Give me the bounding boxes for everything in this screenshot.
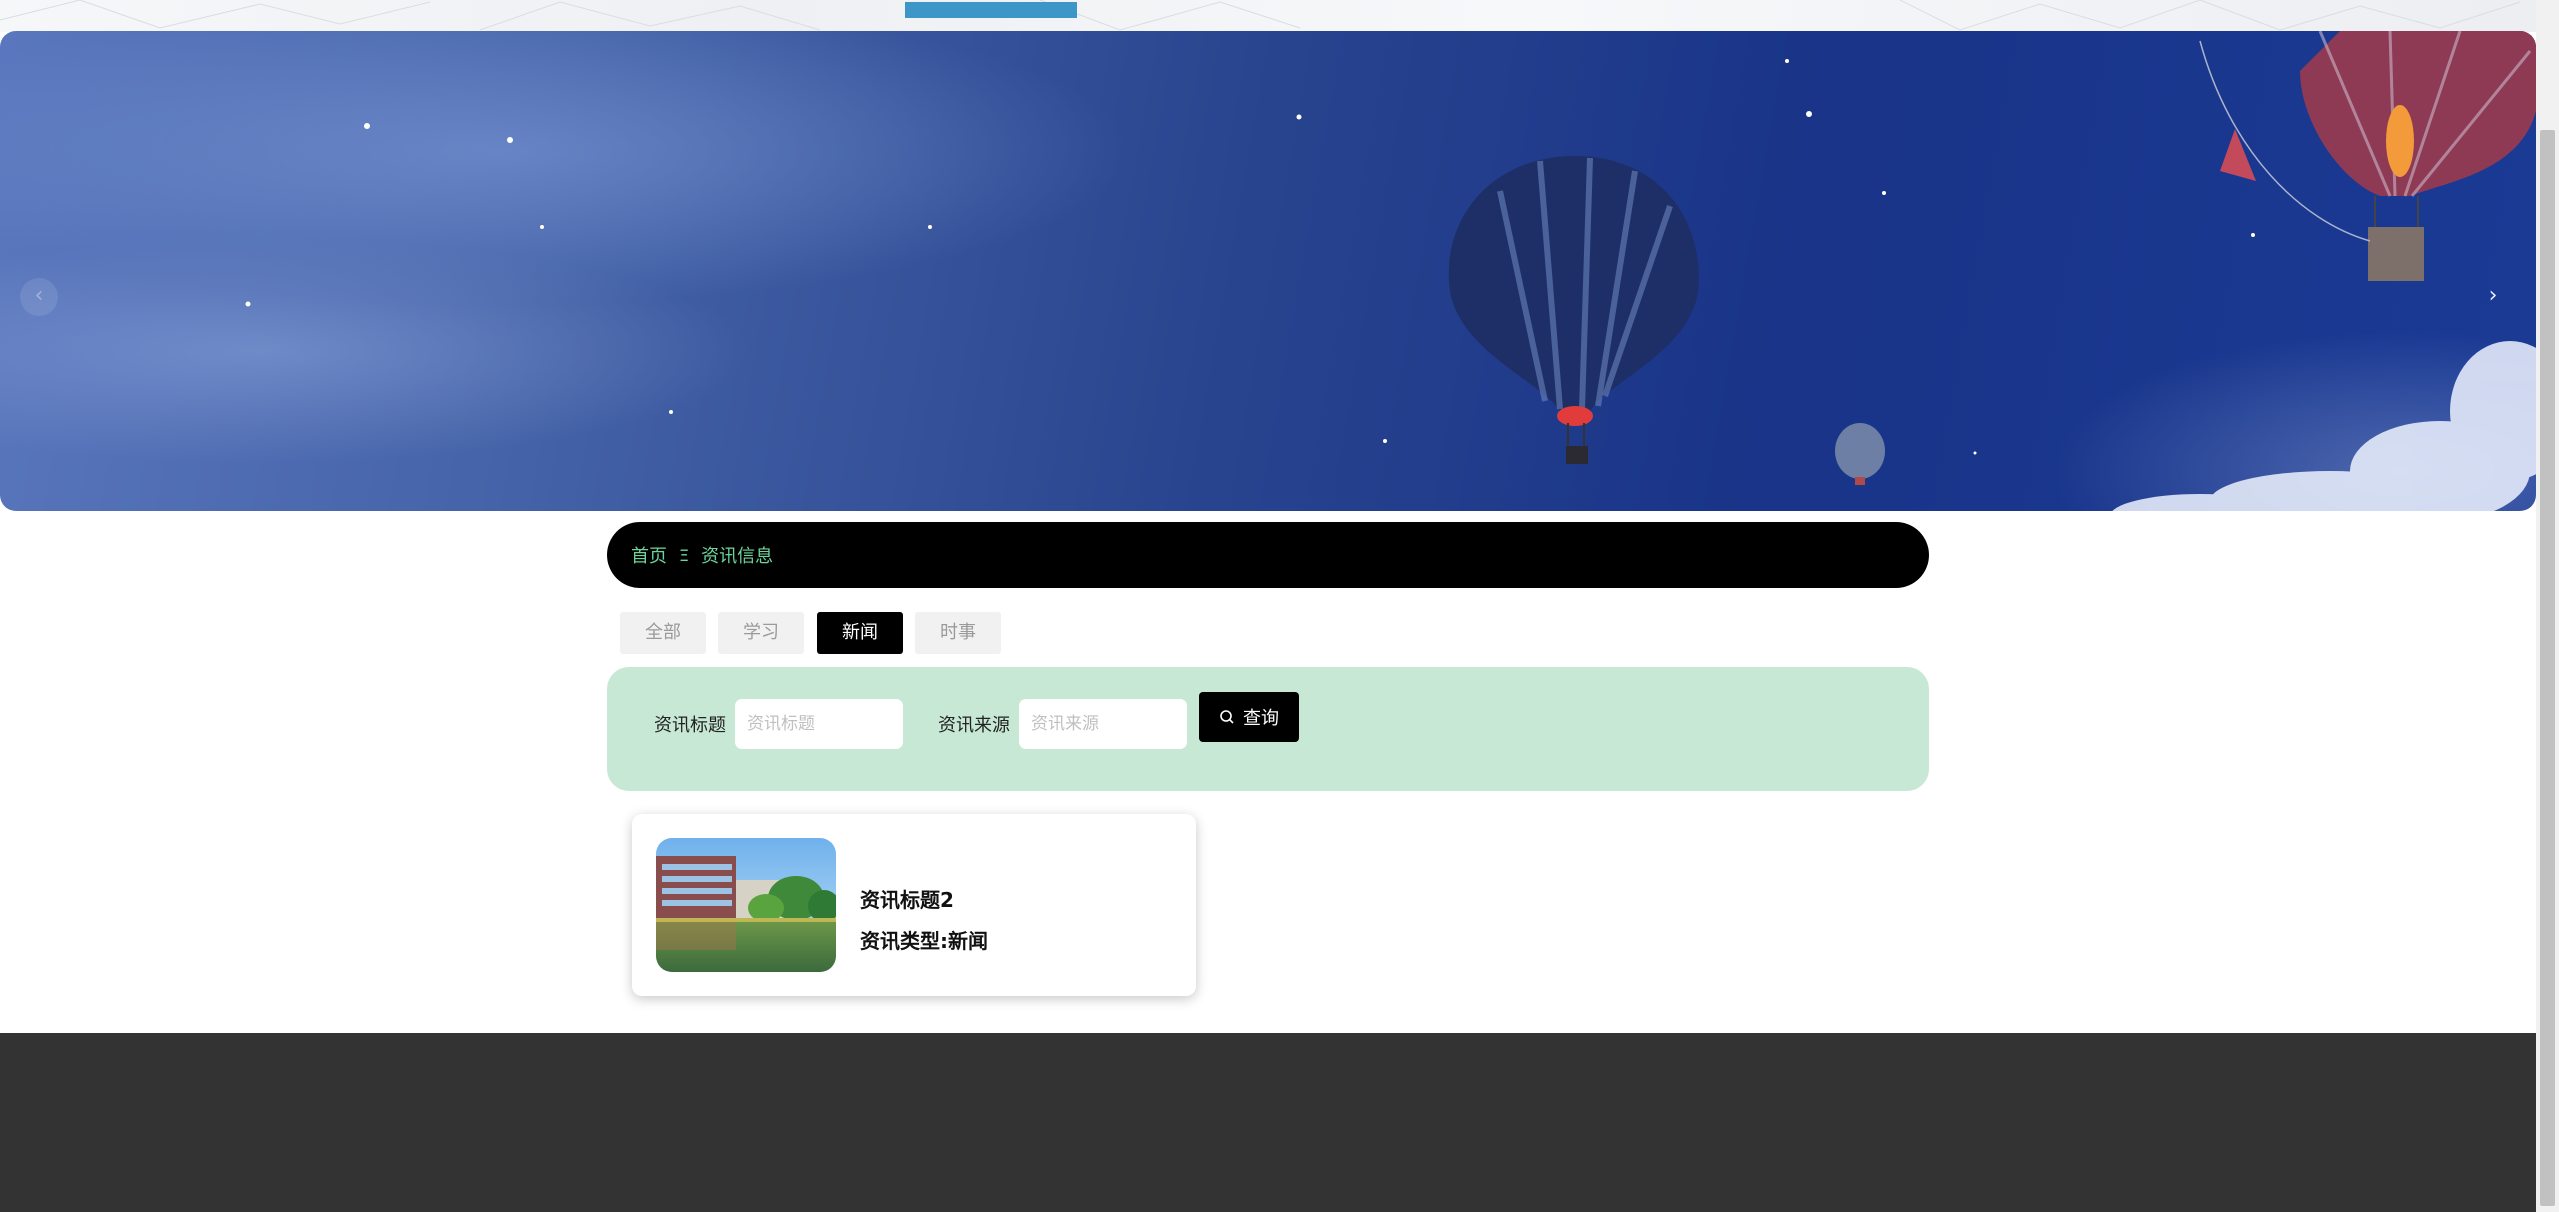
breadcrumb-current[interactable]: 资讯信息 [701, 542, 773, 568]
news-card[interactable]: 资讯标题2 资讯类型:新闻 [632, 814, 1196, 996]
news-type: 资讯类型:新闻 [860, 929, 988, 953]
tab-all[interactable]: 全部 [620, 612, 706, 654]
search-icon [1220, 710, 1234, 724]
nav-active-indicator [905, 2, 1077, 18]
search-button-label: 查询 [1243, 708, 1279, 729]
title-search-input[interactable] [735, 699, 903, 749]
news-thumbnail [656, 838, 836, 972]
top-bar [0, 0, 2536, 32]
campus-building-photo [656, 838, 836, 972]
carousel-next-button[interactable]: › [2474, 278, 2512, 316]
source-field-label: 资讯来源 [938, 715, 1010, 736]
scrollbar-thumb[interactable] [2540, 130, 2555, 1206]
banner-carousel: ‹ › [0, 31, 2536, 511]
footer [0, 1033, 2536, 1212]
vertical-scrollbar[interactable] [2536, 0, 2559, 1212]
carousel-prev-button[interactable]: ‹ [20, 278, 58, 316]
search-button[interactable]: 查询 [1199, 692, 1299, 742]
chevron-right-icon: › [2488, 283, 2498, 308]
tab-study[interactable]: 学习 [718, 612, 804, 654]
hot-air-balloon-image [245, 31, 2536, 511]
breadcrumb: 首页 Ξ 资讯信息 [607, 522, 1929, 588]
source-search-input[interactable] [1019, 699, 1187, 749]
tab-current-affairs[interactable]: 时事 [915, 612, 1001, 654]
breadcrumb-home-link[interactable]: 首页 [631, 542, 667, 568]
tab-news[interactable]: 新闻 [817, 612, 903, 654]
chevron-left-icon: ‹ [34, 283, 44, 308]
network-pattern [0, 0, 2521, 31]
title-field-label: 资讯标题 [654, 715, 726, 736]
breadcrumb-separator: Ξ [679, 545, 690, 565]
news-title: 资讯标题2 [860, 888, 954, 912]
search-panel: 资讯标题 资讯来源 查询 [607, 667, 1929, 791]
